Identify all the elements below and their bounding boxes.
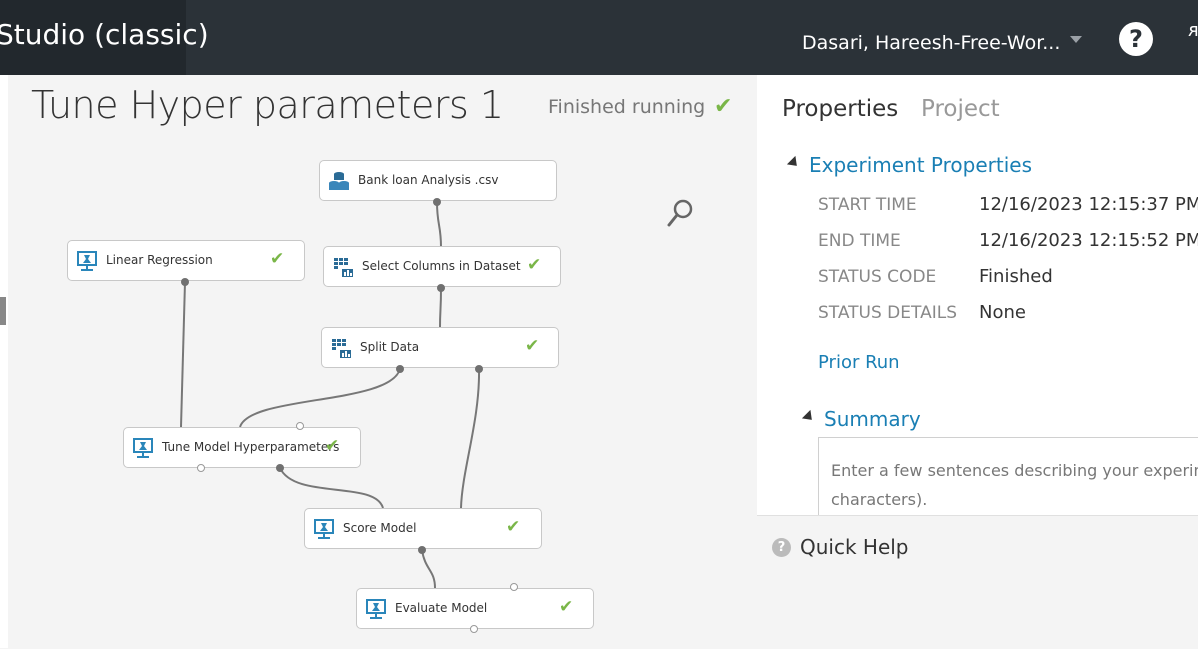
output-port[interactable]	[433, 198, 441, 206]
table-icon	[334, 258, 353, 277]
summary-heading[interactable]: Summary	[824, 407, 921, 431]
checkmark-icon: ✔	[325, 436, 340, 456]
module-select-columns[interactable]: Select Columns in Dataset ✔	[323, 246, 561, 287]
module-linear-regression[interactable]: Linear Regression ✔	[67, 240, 305, 281]
table-icon	[332, 339, 351, 358]
model-icon	[314, 519, 334, 539]
property-label: END TIME	[818, 231, 901, 251]
output-port[interactable]	[437, 284, 445, 292]
module-label: Score Model	[343, 521, 417, 535]
input-port[interactable]	[510, 583, 518, 591]
top-bar: Studio (classic) Dasari, Hareesh-Free-Wo…	[0, 0, 1198, 75]
module-label: Select Columns in Dataset	[362, 259, 521, 273]
experiment-title[interactable]: Tune Hyper parameters 1	[31, 83, 504, 127]
prior-run-link[interactable]: Prior Run	[818, 352, 900, 373]
checkmark-icon: ✔	[525, 336, 540, 356]
checkmark-icon: ✔	[270, 249, 285, 269]
module-split-data[interactable]: Split Data ✔	[321, 327, 559, 368]
output-port[interactable]	[470, 625, 478, 633]
output-port[interactable]	[418, 546, 426, 554]
module-tune-model-hyperparameters[interactable]: Tune Model Hyperparameters ✔	[123, 427, 361, 468]
tab-project[interactable]: Project	[921, 96, 1000, 122]
property-value: None	[979, 302, 1026, 323]
app-title-area[interactable]: Studio (classic)	[0, 0, 209, 75]
help-icon: ?	[772, 538, 791, 557]
module-bank-loan-csv[interactable]: Bank loan Analysis .csv	[319, 160, 557, 201]
help-icon[interactable]: ?	[1119, 22, 1153, 56]
output-port[interactable]	[276, 464, 284, 472]
property-value: 12/16/2023 12:15:52 PM	[979, 230, 1198, 251]
module-label: Bank loan Analysis .csv	[358, 173, 499, 187]
user-workspace-selector[interactable]: Dasari, Hareesh-Free-Wor...	[802, 32, 1060, 54]
output-port-unused[interactable]	[197, 464, 205, 472]
property-label: STATUS CODE	[818, 267, 937, 287]
run-status: Finished running	[548, 96, 706, 118]
property-value: Finished	[979, 266, 1053, 287]
module-label: Linear Regression	[106, 253, 213, 267]
module-score-model[interactable]: Score Model ✔	[304, 508, 542, 549]
collapse-handle[interactable]	[0, 297, 6, 325]
property-label: START TIME	[818, 195, 917, 215]
user-icon[interactable]: ᴙ	[1188, 20, 1198, 41]
output-port-left[interactable]	[396, 365, 404, 373]
search-icon[interactable]	[667, 198, 695, 228]
summary-placeholder: Enter a few sentences describing your ex…	[831, 461, 1198, 509]
module-label: Evaluate Model	[395, 601, 488, 615]
module-label: Split Data	[360, 340, 420, 354]
checkmark-icon: ✔	[506, 517, 521, 537]
left-collapse-strip[interactable]	[0, 75, 8, 648]
model-icon	[366, 599, 386, 619]
app-title[interactable]: Studio (classic)	[0, 18, 209, 51]
checkmark-icon: ✔	[714, 94, 733, 119]
chevron-down-icon[interactable]	[1070, 36, 1082, 43]
experiment-properties-heading[interactable]: Experiment Properties	[809, 153, 1032, 177]
property-value: 12/16/2023 12:15:37 PM	[979, 194, 1198, 215]
output-port[interactable]	[181, 278, 189, 286]
dataset-icon	[329, 172, 349, 190]
input-port[interactable]	[296, 422, 304, 430]
checkmark-icon: ✔	[559, 597, 574, 617]
model-icon	[77, 251, 97, 271]
module-evaluate-model[interactable]: Evaluate Model ✔	[356, 588, 594, 629]
tab-properties[interactable]: Properties	[782, 96, 898, 122]
quick-help-label[interactable]: Quick Help	[800, 535, 909, 559]
checkmark-icon: ✔	[527, 255, 542, 275]
module-label: Tune Model Hyperparameters	[162, 440, 340, 454]
output-port-right[interactable]	[475, 365, 483, 373]
property-label: STATUS DETAILS	[818, 303, 957, 323]
model-icon	[133, 438, 153, 458]
